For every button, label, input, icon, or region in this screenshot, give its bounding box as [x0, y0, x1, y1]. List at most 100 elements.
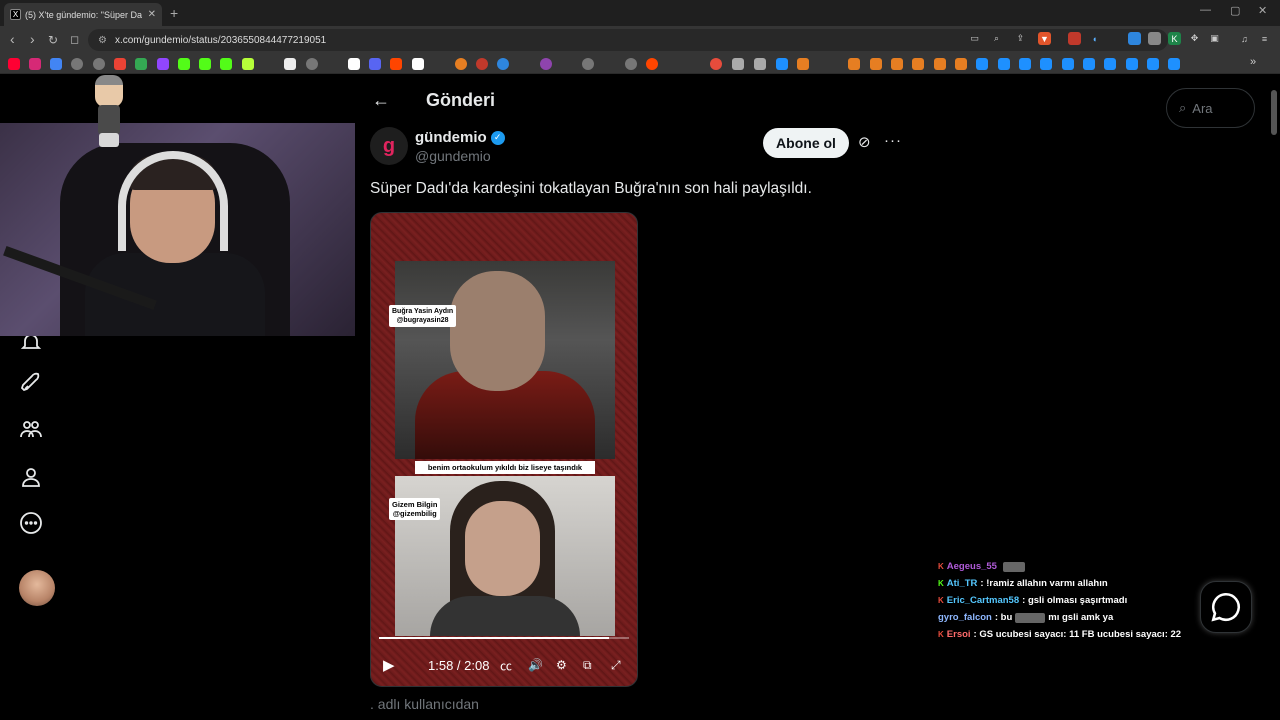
profile-icon[interactable]	[19, 465, 43, 489]
bookmark-icon[interactable]	[646, 58, 658, 70]
bookmark-icon[interactable]	[582, 58, 594, 70]
minimize-icon[interactable]: —	[1200, 4, 1211, 16]
more-options-icon[interactable]	[19, 511, 43, 535]
captions-icon[interactable]: ㏄	[500, 657, 512, 674]
url-text: x.com/gundemio/status/203655084447721905…	[114, 34, 327, 46]
back-nav-icon[interactable]: ‹	[10, 31, 15, 47]
bookmark-icon[interactable]	[1126, 58, 1138, 70]
back-arrow-icon[interactable]: ←	[372, 90, 390, 111]
brave-shield-icon[interactable]: ▼	[1038, 32, 1051, 45]
video-player[interactable]: Buğra Yasin Aydın @bugrayasin28 benim or…	[370, 212, 638, 687]
author-name[interactable]: gündemio ✓	[415, 129, 505, 146]
messages-fab[interactable]	[1200, 581, 1252, 633]
site-info-icon[interactable]: ⚙	[98, 35, 107, 46]
bookmark-icon[interactable]	[1083, 58, 1095, 70]
author-avatar[interactable]: g	[370, 127, 408, 165]
bookmark-icon[interactable]	[797, 58, 809, 70]
gmail-bookmark-icon[interactable]	[114, 58, 126, 70]
bookmark-icon[interactable]	[1168, 58, 1180, 70]
bookmark-icon[interactable]	[891, 58, 903, 70]
bookmark-icon[interactable]	[912, 58, 924, 70]
bookmark-icon[interactable]	[998, 58, 1010, 70]
browser-tab[interactable]: X (5) X'te gündemio: "Süper Da ✕	[4, 3, 162, 26]
bookmark-icon[interactable]	[1147, 58, 1159, 70]
media-icon[interactable]: ♫	[1238, 32, 1251, 45]
extension-icon[interactable]	[1148, 32, 1161, 45]
extension-icon[interactable]	[1068, 32, 1081, 45]
reddit-bookmark-icon[interactable]	[390, 58, 402, 70]
maximize-icon[interactable]: ▢	[1230, 4, 1240, 17]
share-icon[interactable]: ⇪	[1014, 32, 1027, 45]
bookmark-icon[interactable]	[1040, 58, 1052, 70]
extension-icon[interactable]: K	[1168, 32, 1181, 45]
kick-bookmark-icon[interactable]	[220, 58, 232, 70]
extension-icon[interactable]: ◖	[1088, 32, 1101, 45]
bookmark-icon[interactable]	[455, 58, 467, 70]
more-icon[interactable]: ···	[884, 132, 902, 149]
bookmark-icon[interactable]	[242, 58, 254, 70]
author-handle[interactable]: @gundemio	[415, 148, 491, 164]
bookmark-icon[interactable]	[934, 58, 946, 70]
chat-user: Ati_TR	[946, 578, 978, 589]
bookmark-icon[interactable]	[540, 58, 552, 70]
address-bar[interactable]: ⚙ x.com/gundemio/status/2036550844477219…	[88, 29, 1168, 51]
close-window-icon[interactable]: ✕	[1258, 4, 1267, 17]
kick-bookmark-icon[interactable]	[178, 58, 190, 70]
bookmark-icon[interactable]	[1104, 58, 1116, 70]
reload-icon[interactable]: ↻	[48, 33, 58, 47]
search-input[interactable]: ⌕ Ara	[1166, 88, 1255, 128]
zoom-icon[interactable]: ⌕	[990, 32, 1003, 45]
video-progress-bar[interactable]	[379, 637, 629, 639]
drive-bookmark-icon[interactable]	[135, 58, 147, 70]
kick-bookmark-icon[interactable]	[199, 58, 211, 70]
bookmark-icon[interactable]	[625, 58, 637, 70]
emote-icon	[1015, 612, 1046, 623]
settings-icon[interactable]: ⚙	[556, 658, 567, 672]
fullscreen-icon[interactable]: ⤢	[611, 658, 621, 673]
bookmark-icon[interactable]	[732, 58, 744, 70]
new-tab-icon[interactable]: +	[170, 5, 178, 21]
search-icon: ⌕	[1179, 100, 1187, 115]
bookmark-icon[interactable]: ◻	[70, 33, 79, 46]
bookmark-icon[interactable]	[976, 58, 988, 70]
cast-icon[interactable]: ▭	[968, 32, 981, 45]
extensions-puzzle-icon[interactable]: ✥	[1188, 32, 1201, 45]
sidebar-icon[interactable]: ▣	[1208, 32, 1221, 45]
more-bookmarks-icon[interactable]: »	[1250, 56, 1256, 68]
menu-icon[interactable]: ≡	[1258, 32, 1271, 45]
bookmark-icon[interactable]	[412, 58, 424, 70]
youtube-bookmark-icon[interactable]	[8, 58, 20, 70]
pip-icon[interactable]: ⧉	[583, 658, 592, 673]
account-avatar[interactable]	[19, 570, 55, 606]
folder-bookmark-icon[interactable]	[754, 58, 766, 70]
bookmark-icon[interactable]	[284, 58, 296, 70]
discord-bookmark-icon[interactable]	[369, 58, 381, 70]
instagram-bookmark-icon[interactable]	[29, 58, 41, 70]
bookmark-icon[interactable]	[848, 58, 860, 70]
page-scrollbar[interactable]	[1271, 90, 1277, 135]
bookmark-icon[interactable]	[1062, 58, 1074, 70]
play-icon[interactable]: ▶	[383, 656, 395, 674]
premium-rocket-icon[interactable]	[19, 371, 43, 395]
subscribe-button[interactable]: Abone ol	[763, 128, 849, 158]
close-tab-icon[interactable]: ✕	[148, 9, 156, 20]
communities-icon[interactable]	[19, 417, 43, 441]
volume-icon[interactable]: 🔊	[528, 658, 543, 672]
bookmark-icon[interactable]	[776, 58, 788, 70]
bookmark-icon[interactable]	[476, 58, 488, 70]
twitch-bookmark-icon[interactable]	[157, 58, 169, 70]
bookmark-icon[interactable]	[497, 58, 509, 70]
bookmark-icon[interactable]	[50, 58, 62, 70]
grok-icon[interactable]: ⊘	[858, 133, 871, 151]
chat-user: Eric_Cartman58	[946, 595, 1020, 606]
x-bookmark-icon[interactable]	[348, 58, 360, 70]
bookmark-icon[interactable]	[955, 58, 967, 70]
bookmark-icon[interactable]	[1019, 58, 1031, 70]
bookmark-icon[interactable]	[71, 58, 83, 70]
bookmark-icon[interactable]	[93, 58, 105, 70]
bookmark-icon[interactable]	[306, 58, 318, 70]
bookmark-icon[interactable]	[870, 58, 882, 70]
forward-nav-icon[interactable]: ›	[30, 31, 35, 47]
bookmark-icon[interactable]	[710, 58, 722, 70]
extension-icon[interactable]	[1128, 32, 1141, 45]
